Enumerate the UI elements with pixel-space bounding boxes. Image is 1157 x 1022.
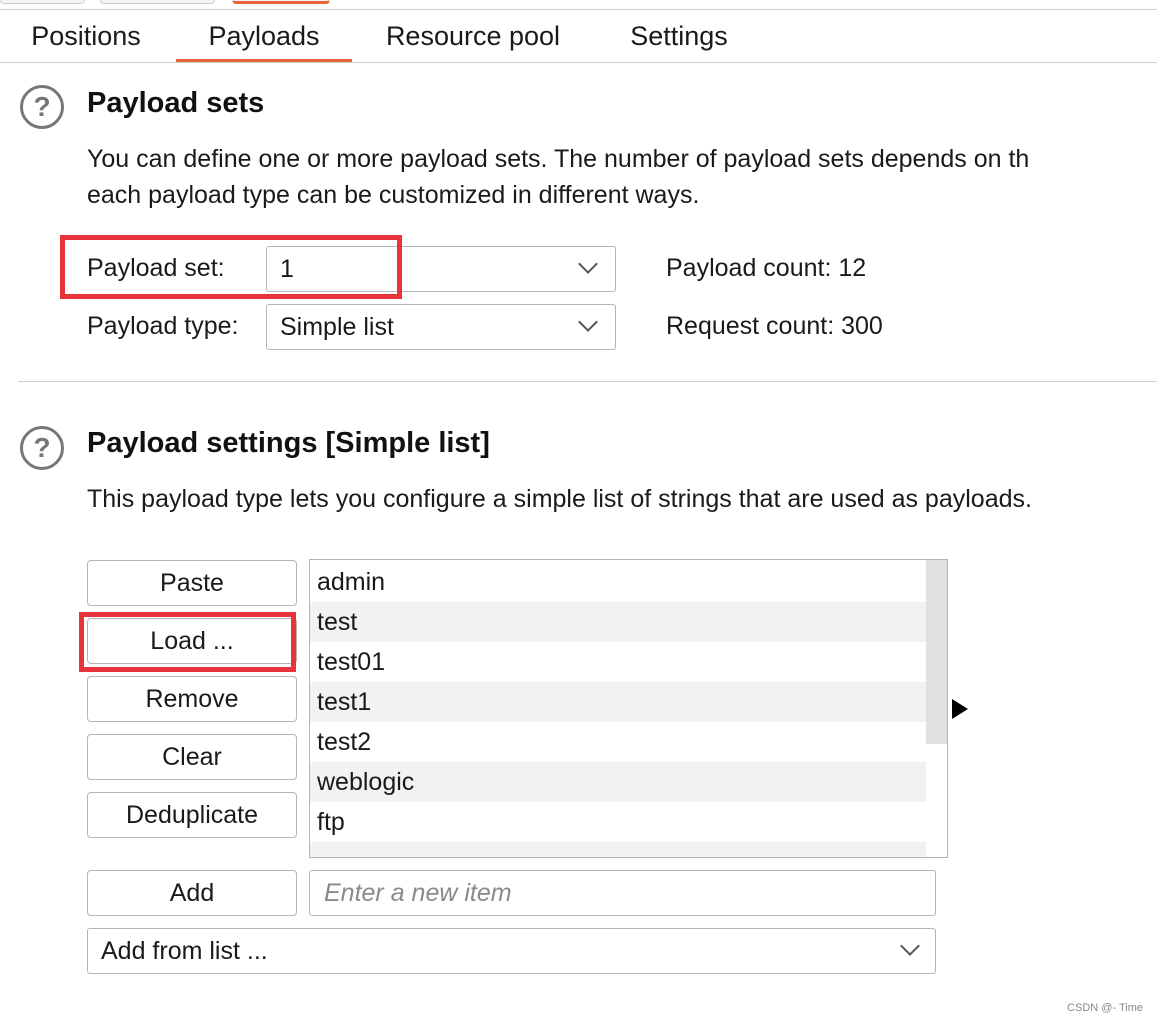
list-item[interactable]: weblogic — [310, 762, 926, 802]
clear-button[interactable]: Clear — [87, 734, 297, 780]
chevron-down-icon — [578, 254, 598, 274]
intruder-payloads-panel: Positions Payloads Resource pool Setting… — [0, 0, 1157, 1022]
tab-bar: Positions Payloads Resource pool Setting… — [0, 11, 1157, 63]
highlight-load-button — [79, 612, 296, 672]
tab-payloads[interactable]: Payloads — [176, 11, 352, 62]
list-scrollbar[interactable] — [926, 560, 947, 857]
help-icon[interactable]: ? — [20, 426, 64, 470]
request-count-value: 300 — [841, 312, 883, 340]
top-tab-strip — [0, 0, 1157, 10]
add-from-list-select[interactable]: Add from list ... — [87, 928, 936, 974]
payload-type-label: Payload type: — [87, 312, 239, 340]
paste-button[interactable]: Paste — [87, 560, 297, 606]
payload-list[interactable]: admin test test01 test1 test2 weblogic f… — [309, 559, 948, 858]
payload-count-label: Payload count: — [666, 254, 832, 282]
list-item[interactable]: admin — [310, 562, 926, 602]
list-item-partial[interactable] — [310, 842, 926, 857]
tab-settings[interactable]: Settings — [612, 11, 746, 62]
top-tab-stub-active[interactable] — [232, 0, 330, 4]
payload-type-value: Simple list — [280, 313, 394, 341]
scrollbar-thumb[interactable] — [926, 560, 947, 744]
payload-sets-title: Payload sets — [87, 87, 265, 119]
list-item[interactable]: ftp — [310, 802, 926, 842]
payload-type-select[interactable]: Simple list — [266, 304, 616, 350]
payload-count-value: 12 — [838, 254, 867, 282]
top-tab-stub[interactable] — [0, 0, 85, 4]
add-button[interactable]: Add — [87, 870, 297, 916]
payload-settings-title: Payload settings [Simple list] — [87, 427, 490, 459]
highlight-payload-set — [60, 235, 402, 299]
list-item[interactable]: test — [310, 602, 926, 642]
help-icon[interactable]: ? — [20, 85, 64, 129]
request-count: Request count: 300 — [666, 312, 883, 341]
watermark: CSDN @- Time — [1067, 1002, 1143, 1014]
tab-resource-pool[interactable]: Resource pool — [368, 11, 578, 62]
payload-sets-description: You can define one or more payload sets.… — [87, 145, 1030, 173]
list-item[interactable]: test2 — [310, 722, 926, 762]
section-divider — [18, 381, 1157, 382]
add-from-list-label: Add from list ... — [101, 937, 268, 965]
chevron-down-icon — [900, 936, 920, 956]
top-tab-stub[interactable] — [100, 0, 215, 4]
list-item[interactable]: test1 — [310, 682, 926, 722]
new-item-input[interactable] — [309, 870, 936, 916]
request-count-label: Request count: — [666, 312, 835, 340]
chevron-down-icon — [578, 312, 598, 332]
payload-sets-description-line2: each payload type can be customized in d… — [87, 181, 700, 209]
deduplicate-button[interactable]: Deduplicate — [87, 792, 297, 838]
payload-count: Payload count: 12 — [666, 254, 866, 283]
remove-button[interactable]: Remove — [87, 676, 297, 722]
payload-settings-description: This payload type lets you configure a s… — [87, 485, 1032, 513]
list-item[interactable]: test01 — [310, 642, 926, 682]
tab-positions[interactable]: Positions — [14, 11, 158, 62]
expand-arrow-icon[interactable] — [952, 699, 968, 719]
